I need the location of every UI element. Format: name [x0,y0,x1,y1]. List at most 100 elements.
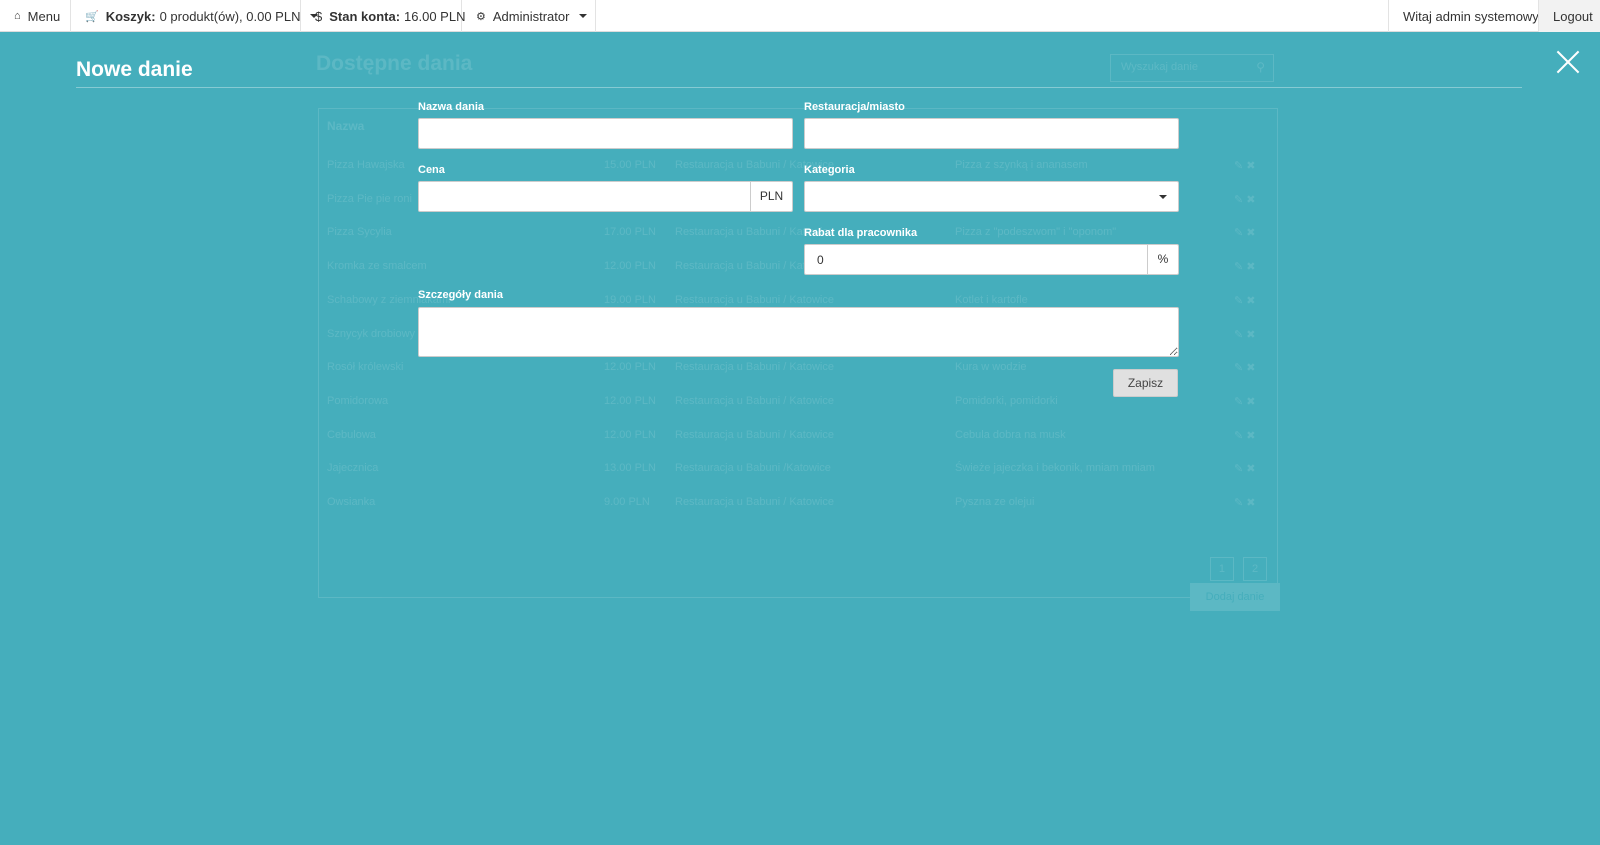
discount-unit: % [1147,244,1179,275]
page-2[interactable]: 2 [1243,557,1267,581]
delete-icon[interactable]: ✖ [1246,396,1255,408]
edit-icon[interactable]: ✎ [1234,160,1243,172]
row-restaurant: Restauracja u Babuni / Katowice [675,293,834,306]
price-label: Cena [418,164,445,176]
row-name: Pomidorowa [327,394,389,407]
pagination: 1 2 [1204,557,1267,581]
delete-icon[interactable]: ✖ [1246,329,1255,341]
close-icon[interactable] [1556,50,1580,74]
row-description: Pysznа ze olejui [955,496,1035,508]
edit-icon[interactable]: ✎ [1234,227,1243,239]
row-actions[interactable]: ✎ ✖ [1234,328,1256,341]
page-1[interactable]: 1 [1209,557,1234,581]
price-input[interactable] [418,181,751,212]
row-restaurant: Restauracja u Babuni / Katowice [675,361,834,374]
discount-input[interactable] [804,244,1148,275]
balance-label: Stan konta: [329,8,401,24]
administrator-label: Administrator [492,8,570,24]
row-actions[interactable]: ✎ ✖ [1234,226,1256,239]
edit-icon[interactable]: ✎ [1234,261,1243,273]
row-restaurant: Restauracja u Babuni /Katowice [675,462,831,475]
row-actions[interactable]: ✎ ✖ [1234,395,1256,408]
table-header-name: Nazwa [327,119,365,133]
row-name: Pizza Pie pie roni [327,192,412,205]
table-row: Jajecznica 13.00 PLN Restauracja u Babuni … [319,452,1277,485]
delete-icon[interactable]: ✖ [1246,261,1255,273]
nav-cart[interactable]: 🛒 Koszyk: 0 produkt(ów), 0.00 PLN [71,0,319,32]
row-price: 12.00 PLN [604,260,656,273]
nav-menu-label: Menu [27,8,61,24]
row-name: Cebulowa [327,428,376,441]
page-title: Dostępne dania [316,52,473,75]
row-actions[interactable]: ✎ ✖ [1234,294,1256,307]
logout-button[interactable]: Logout [1538,0,1600,32]
delete-icon[interactable]: ✖ [1246,430,1255,442]
cart-value: 0 produkt(ów), 0.00 PLN [159,8,301,24]
row-actions[interactable]: ✎ ✖ [1234,361,1256,374]
row-actions[interactable]: ✎ ✖ [1234,496,1256,509]
row-description: Cebula dobra na musk [955,428,1066,441]
row-price: 15.00 PLN [604,159,656,171]
save-button[interactable]: Zapisz [1113,369,1178,397]
row-name: Jajecznica [327,462,379,475]
home-icon: ⌂ [14,10,21,22]
row-actions[interactable]: ✎ ✖ [1234,462,1256,475]
cart-label: Koszyk: [105,8,156,24]
greeting-text: Witaj admin systemowy [1403,8,1539,24]
row-actions[interactable]: ✎ ✖ [1234,193,1256,206]
edit-icon[interactable]: ✎ [1234,396,1243,408]
row-restaurant: Restauracja u Babuni / Katowice [675,394,834,407]
chevron-down-icon [579,14,588,18]
edit-icon[interactable]: ✎ [1234,329,1243,341]
edit-icon[interactable]: ✎ [1234,430,1243,442]
row-price: 9.00 PLN [604,496,650,508]
logout-label: Logout [1553,8,1593,24]
row-description: Świeże jajeczka i bekonik, mniam mniam [955,462,1155,475]
search-input[interactable]: Wyszukaj danie ⚲ [1110,54,1274,82]
dish-name-label: Nazwa dania [418,101,485,113]
row-price: 17.00 PLN [604,226,656,239]
details-textarea[interactable] [418,307,1179,357]
delete-icon[interactable]: ✖ [1246,295,1255,307]
modal-title: Nowe danie [76,58,193,81]
row-actions[interactable]: ✎ ✖ [1234,260,1256,273]
row-restaurant: Restauracja u Babuni / Katowice [675,496,834,508]
edit-icon[interactable]: ✎ [1234,362,1243,374]
delete-icon[interactable]: ✖ [1246,227,1255,239]
delete-icon[interactable]: ✖ [1246,463,1255,475]
row-name: Kromka ze smalcem [327,260,427,273]
row-price: 13.00 PLN [604,462,656,475]
delete-icon[interactable]: ✖ [1246,497,1255,509]
nav-balance[interactable]: $ Stan konta: 16.00 PLN [301,0,465,32]
edit-icon[interactable]: ✎ [1234,463,1243,475]
category-label: Kategoria [804,164,855,176]
row-name: Pizza Sycylia [327,226,392,239]
delete-icon[interactable]: ✖ [1246,194,1255,206]
row-restaurant: Restauracja u Babuni / Katowice [675,428,834,441]
row-actions[interactable]: ✎ ✖ [1234,429,1256,442]
edit-icon[interactable]: ✎ [1234,497,1243,509]
search-icon: ⚲ [1256,60,1265,74]
nav-menu[interactable]: ⌂ Menu [0,0,71,32]
row-name: Sznycyk drobiowy [327,327,416,340]
table-row: Owsianka 9.00 PLN Restauracja u Babuni / K… [319,486,1277,519]
edit-icon[interactable]: ✎ [1234,194,1243,206]
delete-icon[interactable]: ✖ [1246,362,1255,374]
row-price: 12.00 PLN [604,394,656,407]
table-row: Pizza Hawajska 15.00 PLN Restauracja u Bab… [319,149,1277,182]
delete-icon[interactable]: ✖ [1246,160,1255,172]
category-select[interactable] [804,181,1179,212]
dollar-icon: $ [315,8,323,24]
row-name: Pizza Hawajska [327,159,405,171]
add-dish-button[interactable]: Dodaj danie [1190,583,1280,611]
details-label: Szczegóły dania [418,289,503,301]
nav-administrator[interactable]: ⚙ Administrator [462,0,596,32]
nav-greeting: Witaj admin systemowy [1388,0,1539,32]
row-actions[interactable]: ✎ ✖ [1234,159,1256,172]
restaurant-input[interactable] [804,118,1179,149]
row-name: Rosół królewski [327,361,404,374]
dish-name-input[interactable] [418,118,793,149]
edit-icon[interactable]: ✎ [1234,295,1243,307]
row-name: Owsianka [327,496,376,508]
modal-divider [76,87,1522,88]
